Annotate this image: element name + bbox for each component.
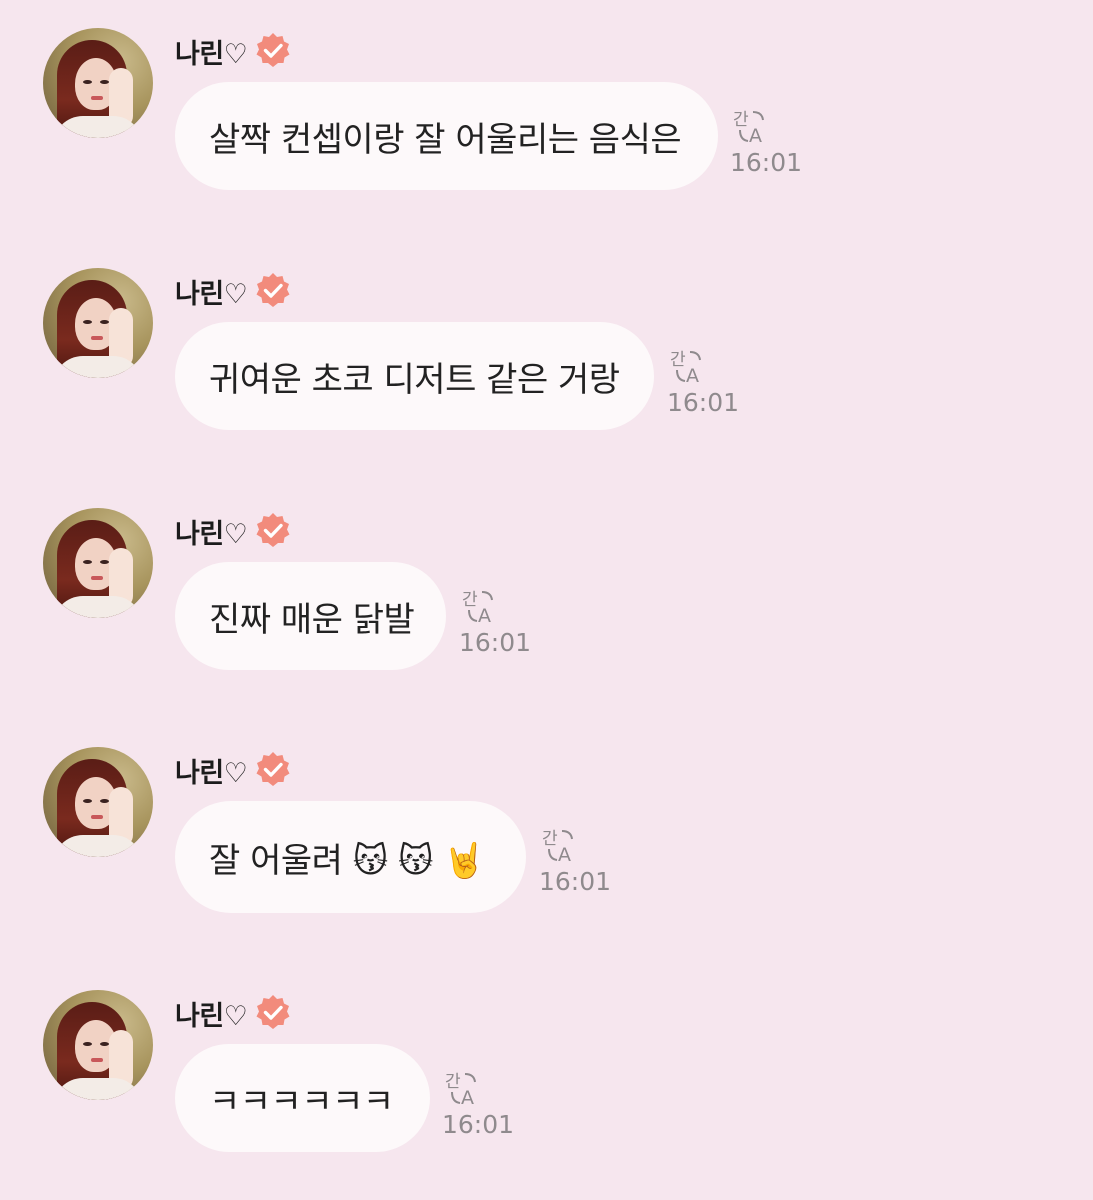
message-bubble[interactable]: 살짝 컨셉이랑 잘 어울리는 음식은 [175,82,718,190]
svg-text:간: 간 [542,829,558,849]
message-text: 살짝 컨셉이랑 잘 어울리는 음식은 [209,119,682,160]
sender-name-row: 나린♡ [175,511,293,551]
chat-message: 나린♡ 살짝 컨셉이랑 잘 어울리는 음식은 간 A 16:01 [0,28,1093,228]
svg-text:간: 간 [445,1072,461,1092]
svg-text:A: A [478,605,491,627]
verified-badge-icon [256,273,290,307]
message-meta: 간 A 16:01 [442,1070,522,1150]
message-time: 16:01 [539,867,612,896]
svg-text:A: A [749,125,762,147]
message-text: 잘 어울려 😽 😽 🤘 [209,840,486,881]
verified-badge-icon [256,752,290,786]
chat-thread: 나린♡ 살짝 컨셉이랑 잘 어울리는 음식은 간 A 16:01 나린♡ 귀여운… [0,0,1093,1200]
sender-avatar[interactable] [43,747,153,857]
translate-icon[interactable]: 간 A [732,108,772,148]
sender-name-row: 나린♡ [175,31,293,71]
message-meta: 간 A 16:01 [667,348,747,428]
svg-text:간: 간 [733,110,749,130]
sender-name: 나린♡ [175,38,248,70]
sender-name: 나린♡ [175,518,248,550]
sender-avatar[interactable] [43,268,153,378]
svg-text:A: A [558,844,571,866]
chat-message: 나린♡ 잘 어울려 😽 😽 🤘 간 A 16:01 [0,747,1093,947]
message-time: 16:01 [730,148,803,177]
message-bubble[interactable]: 진짜 매운 닭발 [175,562,446,670]
svg-text:간: 간 [462,590,478,610]
chat-message: 나린♡ 귀여운 초코 디저트 같은 거랑 간 A 16:01 [0,268,1093,468]
sender-avatar[interactable] [43,28,153,138]
message-time: 16:01 [667,388,740,417]
sender-avatar[interactable] [43,990,153,1100]
sender-name: 나린♡ [175,757,248,789]
sender-name: 나린♡ [175,1000,248,1032]
verified-badge-icon [256,995,290,1029]
sender-name-row: 나린♡ [175,993,293,1033]
sender-avatar[interactable] [43,508,153,618]
message-meta: 간 A 16:01 [539,827,619,907]
message-meta: 간 A 16:01 [730,108,810,188]
translate-icon[interactable]: 간 A [444,1070,484,1110]
verified-badge-icon [256,513,290,547]
message-text: ㅋㅋㅋㅋㅋㅋ [209,1081,394,1122]
message-text: 진짜 매운 닭발 [209,599,415,640]
svg-text:A: A [461,1087,474,1109]
translate-icon[interactable]: 간 A [669,348,709,388]
sender-name: 나린♡ [175,278,248,310]
message-bubble[interactable]: 잘 어울려 😽 😽 🤘 [175,801,526,913]
message-text: 귀여운 초코 디저트 같은 거랑 [209,359,620,400]
translate-icon[interactable]: 간 A [541,827,581,867]
message-time: 16:01 [442,1110,515,1139]
chat-message: 나린♡ 진짜 매운 닭발 간 A 16:01 [0,508,1093,708]
message-meta: 간 A 16:01 [459,588,539,668]
translate-icon[interactable]: 간 A [461,588,501,628]
message-bubble[interactable]: 귀여운 초코 디저트 같은 거랑 [175,322,654,430]
svg-text:A: A [686,365,699,387]
message-bubble[interactable]: ㅋㅋㅋㅋㅋㅋ [175,1044,430,1152]
sender-name-row: 나린♡ [175,271,293,311]
verified-badge-icon [256,33,290,67]
chat-message: 나린♡ ㅋㅋㅋㅋㅋㅋ 간 A 16:01 [0,990,1093,1190]
sender-name-row: 나린♡ [175,750,293,790]
svg-text:간: 간 [670,350,686,370]
message-time: 16:01 [459,628,532,657]
